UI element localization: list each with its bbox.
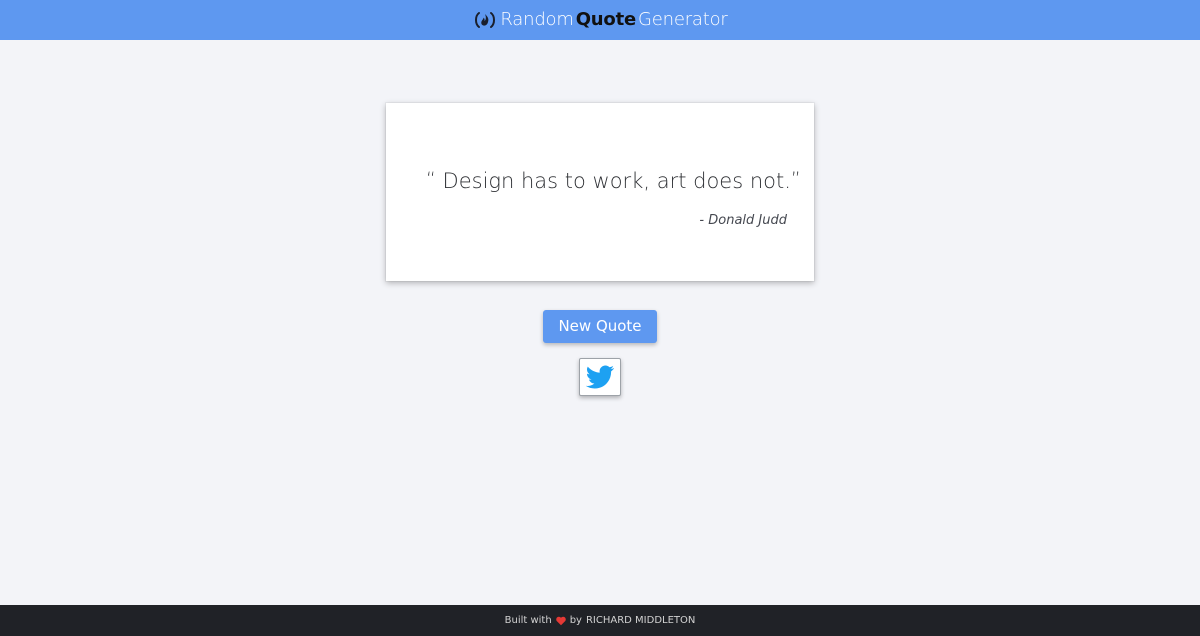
brand-quote-text: Quote (575, 9, 636, 30)
footer-by-text: by (569, 614, 582, 626)
twitter-bird-icon (585, 365, 615, 389)
top-header: Random Quote Generator (0, 0, 1200, 40)
freecodecamp-flame-icon (472, 10, 498, 30)
tweet-quote-button[interactable] (579, 358, 621, 396)
quote-author: - Donald Judd (699, 213, 787, 228)
page-footer: Built with by RICHARD MIDDLETON (0, 605, 1200, 636)
open-quote-mark: “ (426, 168, 436, 190)
quote-card: “ Design has to work, art does not.” - D… (386, 103, 814, 281)
quote-text-block: “ Design has to work, art does not.” (426, 168, 801, 194)
app-brand: Random Quote Generator (472, 9, 728, 30)
quote-text: Design has to work, art does not. (442, 169, 791, 193)
brand-generator-text: Generator (638, 9, 728, 30)
close-quote-mark: ” (790, 168, 801, 190)
built-with-text: Built with (504, 614, 552, 626)
new-quote-button[interactable]: New Quote (543, 310, 657, 343)
footer-author-name: RICHARD MIDDLETON (585, 614, 696, 626)
brand-random-text: Random (500, 9, 574, 30)
random-quote-app: Random Quote Generator “ Design has to w… (0, 0, 1200, 636)
heart-icon (555, 616, 566, 626)
